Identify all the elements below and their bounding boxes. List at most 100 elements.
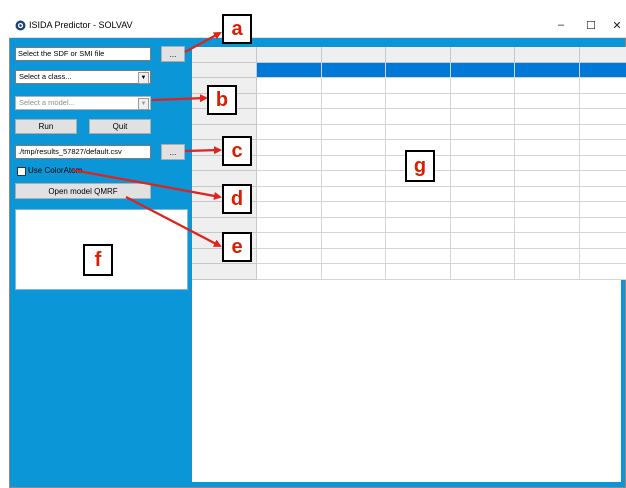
grid-cell[interactable] bbox=[450, 264, 515, 280]
grid-cell[interactable] bbox=[515, 78, 580, 94]
grid-cell[interactable] bbox=[386, 217, 451, 233]
grid-cell[interactable] bbox=[386, 248, 451, 264]
grid-cell[interactable] bbox=[579, 217, 626, 233]
grid-cell[interactable] bbox=[386, 202, 451, 218]
grid-cell[interactable] bbox=[257, 171, 322, 187]
grid-cell[interactable] bbox=[515, 62, 580, 78]
grid-cell[interactable] bbox=[257, 202, 322, 218]
grid-row-header[interactable] bbox=[192, 62, 257, 78]
grid-cell[interactable] bbox=[450, 109, 515, 125]
grid-cell[interactable] bbox=[257, 62, 322, 78]
grid-cell[interactable] bbox=[515, 109, 580, 125]
grid-cell[interactable] bbox=[515, 155, 580, 171]
grid-cell[interactable] bbox=[257, 233, 322, 249]
grid-column-header[interactable] bbox=[386, 47, 451, 63]
grid-cell[interactable] bbox=[321, 78, 386, 94]
browse-output-button[interactable]: ... bbox=[161, 144, 185, 160]
grid-cell[interactable] bbox=[386, 109, 451, 125]
grid-cell[interactable] bbox=[579, 62, 626, 78]
open-model-qmrf-button[interactable]: Open model QMRF bbox=[15, 183, 151, 199]
minimize-button[interactable]: – bbox=[546, 16, 576, 34]
grid-cell[interactable] bbox=[450, 233, 515, 249]
grid-cell[interactable] bbox=[515, 93, 580, 109]
grid-cell[interactable] bbox=[579, 140, 626, 156]
grid-cell[interactable] bbox=[257, 217, 322, 233]
grid-cell[interactable] bbox=[579, 202, 626, 218]
grid-cell[interactable] bbox=[515, 217, 580, 233]
grid-cell[interactable] bbox=[321, 202, 386, 218]
grid-cell[interactable] bbox=[515, 248, 580, 264]
grid-cell[interactable] bbox=[515, 140, 580, 156]
grid-corner-cell[interactable] bbox=[192, 47, 257, 63]
grid-cell[interactable] bbox=[515, 233, 580, 249]
grid-cell[interactable] bbox=[579, 248, 626, 264]
grid-cell[interactable] bbox=[450, 186, 515, 202]
close-button[interactable]: ✕ bbox=[602, 16, 626, 34]
grid-cell[interactable] bbox=[515, 264, 580, 280]
grid-cell[interactable] bbox=[579, 109, 626, 125]
grid-cell[interactable] bbox=[450, 93, 515, 109]
grid-column-header[interactable] bbox=[515, 47, 580, 63]
grid-cell[interactable] bbox=[579, 171, 626, 187]
class-select[interactable]: Select a class... ▼ bbox=[15, 70, 151, 84]
grid-cell[interactable] bbox=[257, 140, 322, 156]
grid-cell[interactable] bbox=[321, 248, 386, 264]
grid-cell[interactable] bbox=[579, 186, 626, 202]
grid-cell[interactable] bbox=[321, 93, 386, 109]
grid-cell[interactable] bbox=[450, 248, 515, 264]
grid-cell[interactable] bbox=[579, 78, 626, 94]
grid-cell[interactable] bbox=[321, 233, 386, 249]
grid-cell[interactable] bbox=[450, 155, 515, 171]
grid-cell[interactable] bbox=[321, 186, 386, 202]
grid-column-header[interactable] bbox=[257, 47, 322, 63]
grid-cell[interactable] bbox=[386, 93, 451, 109]
grid-cell[interactable] bbox=[450, 171, 515, 187]
grid-column-header[interactable] bbox=[579, 47, 626, 63]
browse-input-button[interactable]: ... bbox=[161, 46, 185, 62]
run-button[interactable]: Run bbox=[15, 119, 77, 134]
grid-cell[interactable] bbox=[450, 78, 515, 94]
grid-cell[interactable] bbox=[257, 109, 322, 125]
grid-cell[interactable] bbox=[450, 217, 515, 233]
grid-cell[interactable] bbox=[386, 62, 451, 78]
grid-row-header[interactable] bbox=[192, 264, 257, 280]
grid-cell[interactable] bbox=[579, 233, 626, 249]
grid-cell[interactable] bbox=[386, 186, 451, 202]
grid-cell[interactable] bbox=[257, 186, 322, 202]
grid-cell[interactable] bbox=[515, 171, 580, 187]
grid-cell[interactable] bbox=[386, 233, 451, 249]
grid-cell[interactable] bbox=[257, 264, 322, 280]
grid-column-header[interactable] bbox=[450, 47, 515, 63]
grid-cell[interactable] bbox=[450, 62, 515, 78]
grid-cell[interactable] bbox=[515, 202, 580, 218]
grid-cell[interactable] bbox=[386, 78, 451, 94]
model-select[interactable]: Select a model... ▼ bbox=[15, 96, 151, 110]
grid-cell[interactable] bbox=[257, 155, 322, 171]
grid-cell[interactable] bbox=[386, 124, 451, 140]
output-path-field[interactable]: ./tmp/results_57827/default.csv bbox=[15, 145, 151, 159]
grid-column-header[interactable] bbox=[321, 47, 386, 63]
grid-cell[interactable] bbox=[257, 93, 322, 109]
use-coloratom-checkbox[interactable] bbox=[17, 167, 26, 176]
grid-cell[interactable] bbox=[321, 217, 386, 233]
grid-cell[interactable] bbox=[579, 93, 626, 109]
grid-cell[interactable] bbox=[515, 124, 580, 140]
grid-cell[interactable] bbox=[386, 264, 451, 280]
grid-cell[interactable] bbox=[579, 264, 626, 280]
grid-cell[interactable] bbox=[515, 186, 580, 202]
grid-cell[interactable] bbox=[450, 140, 515, 156]
input-file-field[interactable]: Select the SDF or SMI file bbox=[15, 47, 151, 61]
grid-cell[interactable] bbox=[257, 248, 322, 264]
grid-cell[interactable] bbox=[321, 264, 386, 280]
grid-cell[interactable] bbox=[257, 78, 322, 94]
grid-cell[interactable] bbox=[321, 140, 386, 156]
grid-cell[interactable] bbox=[321, 62, 386, 78]
grid-cell[interactable] bbox=[579, 155, 626, 171]
grid-cell[interactable] bbox=[257, 124, 322, 140]
grid-cell[interactable] bbox=[321, 155, 386, 171]
grid-cell[interactable] bbox=[321, 124, 386, 140]
quit-button[interactable]: Quit bbox=[89, 119, 151, 134]
grid-cell[interactable] bbox=[450, 202, 515, 218]
grid-cell[interactable] bbox=[321, 109, 386, 125]
grid-cell[interactable] bbox=[450, 124, 515, 140]
